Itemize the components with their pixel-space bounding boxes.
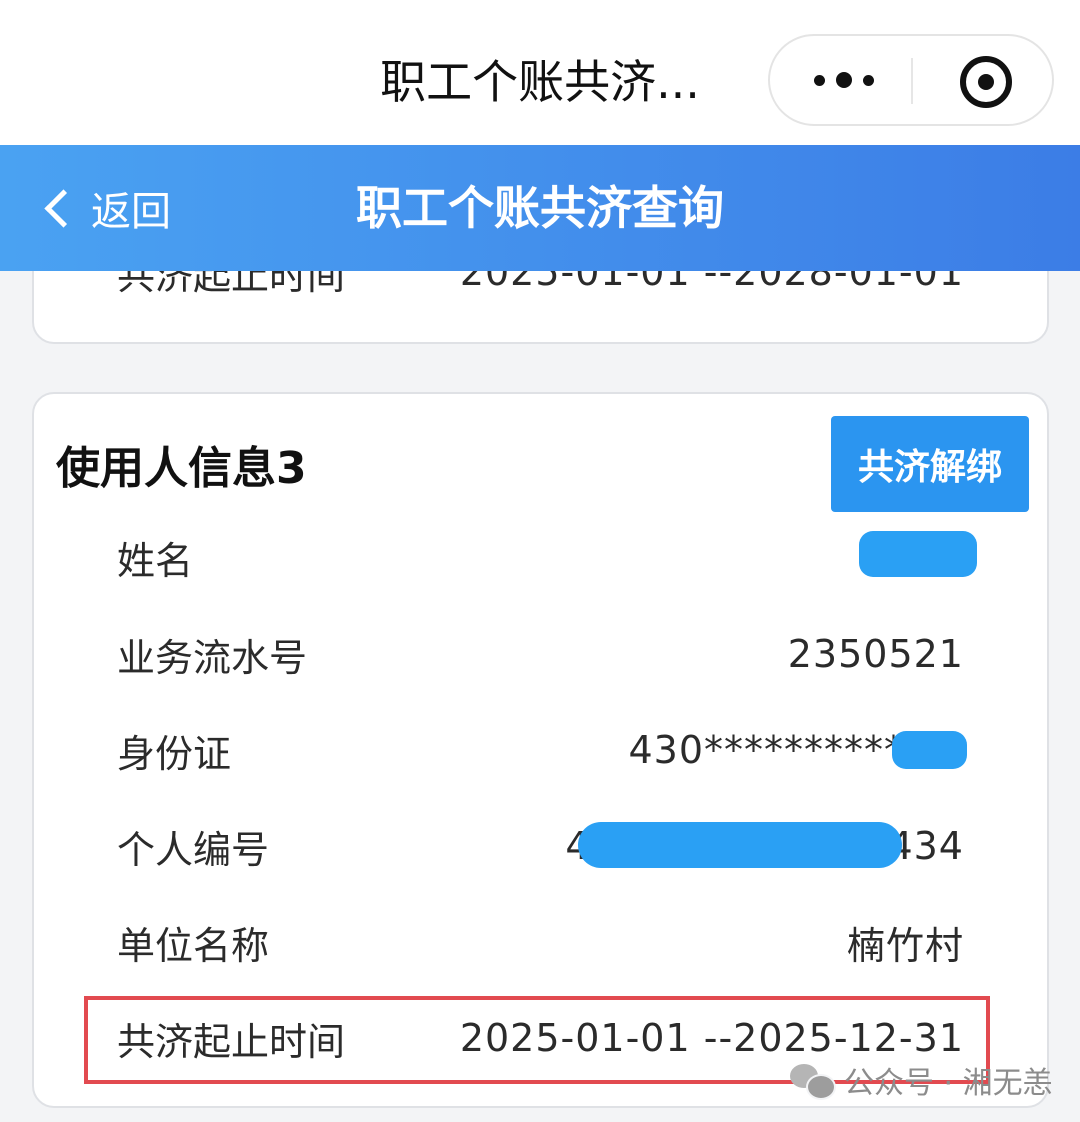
watermark: 公众号 · 湘无恙 bbox=[790, 1058, 1053, 1102]
id-card-redaction bbox=[892, 731, 967, 769]
card-title: 使用人信息3 bbox=[56, 443, 307, 494]
user-info-card: 使用人信息3 共济解绑 姓名 业务流水号 2350521 身份证 430****… bbox=[32, 392, 1049, 1108]
id-card-row: 身份证 430************* bbox=[117, 720, 964, 780]
employer-label: 单位名称 bbox=[117, 923, 270, 968]
more-options-icon[interactable] bbox=[814, 68, 874, 92]
miniprogram-title: 职工个账共济... bbox=[380, 55, 700, 109]
personal-number-redaction bbox=[578, 822, 902, 868]
back-label: 返回 bbox=[91, 189, 171, 235]
name-redaction bbox=[859, 531, 977, 577]
name-label: 姓名 bbox=[117, 538, 194, 583]
page-title: 职工个账共济查询 bbox=[356, 181, 724, 235]
page-header: 返回 职工个账共济查询 bbox=[0, 145, 1080, 271]
employer-value: 楠竹村 bbox=[846, 923, 964, 968]
back-button[interactable]: 返回 bbox=[38, 175, 171, 241]
capsule-menu bbox=[768, 34, 1054, 126]
miniprogram-title-bar: 职工个账共济... bbox=[0, 0, 1080, 145]
id-card-label: 身份证 bbox=[117, 731, 232, 776]
unbind-button[interactable]: 共济解绑 bbox=[831, 416, 1029, 512]
watermark-text: 公众号 · 湘无恙 bbox=[844, 1066, 1053, 1101]
serial-number-value: 2350521 bbox=[787, 632, 964, 676]
name-row: 姓名 bbox=[117, 527, 964, 587]
close-miniprogram-icon[interactable] bbox=[960, 56, 1012, 108]
wechat-icon bbox=[790, 1062, 836, 1100]
serial-number-row: 业务流水号 2350521 bbox=[117, 624, 964, 684]
serial-number-label: 业务流水号 bbox=[117, 635, 308, 680]
personal-number-label: 个人编号 bbox=[117, 827, 270, 872]
employer-row: 单位名称 楠竹村 bbox=[117, 912, 964, 972]
capsule-divider bbox=[911, 58, 913, 104]
chevron-left-icon bbox=[44, 188, 83, 228]
